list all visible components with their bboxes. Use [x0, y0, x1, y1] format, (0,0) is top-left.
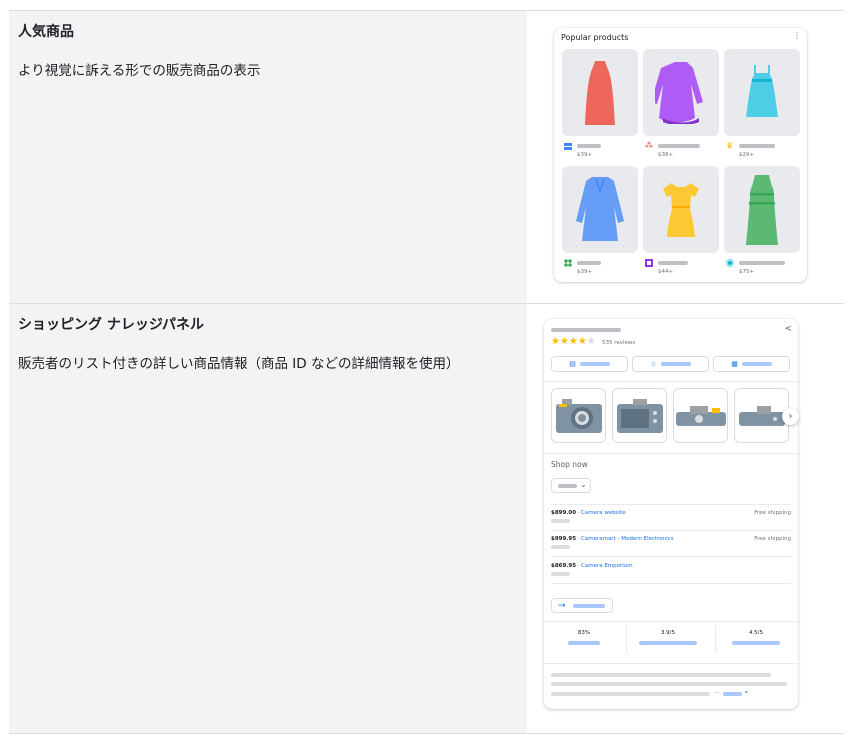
product-item[interactable]: $39+	[562, 166, 638, 275]
seller-name[interactable]: Cameramart - Modern Electronics	[581, 536, 674, 542]
product-price: $75+	[739, 269, 755, 275]
product-price: $39+	[577, 269, 593, 275]
seller-logo-icon	[564, 143, 572, 146]
share-icon[interactable]: <	[784, 324, 792, 334]
feature-cell: 人気商品 より視覚に訴える形での販売商品の表示	[9, 11, 527, 303]
product-thumbnail[interactable]	[551, 388, 606, 443]
review-count[interactable]: 535 reviews	[602, 340, 635, 346]
seller-listing[interactable]: $869.95 · Camera Emporium	[551, 563, 791, 583]
seller-listing[interactable]: $899.00 · Camera website Free shipping	[551, 510, 791, 530]
product-price: $39+	[577, 152, 593, 158]
product-image[interactable]	[643, 49, 719, 136]
product-item[interactable]: $44+	[643, 166, 719, 275]
product-title-placeholder	[551, 328, 621, 332]
popular-products-card: Popular products ⋮ $39+ ⁂ $38+ ♛ $29+ $3…	[554, 28, 807, 282]
purple-dress-icon	[655, 61, 703, 124]
seller-logo-icon: ⁂	[645, 141, 653, 150]
seller-price: $899.00	[551, 510, 577, 516]
feature-cell: ショッピング ナレッジパネル 販売者のリスト付きの詳しい商品情報（商品 ID な…	[9, 304, 527, 733]
seller-listing[interactable]: $999.95 · Cameramart - Modern Electronic…	[551, 536, 791, 556]
product-image[interactable]	[724, 49, 800, 136]
camera-icon	[555, 398, 602, 433]
shop-now-label: Shop now	[551, 460, 588, 469]
chip-button[interactable]: ☆	[632, 356, 709, 372]
chip-button[interactable]: ▤	[551, 356, 628, 372]
green-dress-icon	[746, 174, 778, 245]
show-more-link[interactable]	[723, 692, 742, 696]
product-item[interactable]: ♛ $29+	[724, 49, 800, 158]
seller-name[interactable]: Camera Emporium	[581, 563, 633, 569]
chip-button[interactable]: ▦	[713, 356, 790, 372]
shipping-info: Free shipping	[754, 510, 791, 516]
preview-cell: < ★★★★★ 535 reviews ▤ ☆ ▦ › Shop now ⌄ $…	[527, 304, 844, 733]
product-image[interactable]	[724, 166, 800, 253]
filter-dropdown[interactable]: ⌄	[551, 478, 591, 493]
stat-item: 83%	[544, 630, 624, 645]
clipboard-icon: ▤	[569, 359, 576, 368]
seller-name[interactable]: Camera website	[581, 510, 626, 516]
feature-description: より視覚に訴える形での販売商品の表示	[18, 63, 261, 79]
seller-price: $999.95	[551, 536, 577, 542]
feature-description: 販売者のリスト付きの詳しい商品情報（商品 ID などの詳細情報を使用）	[18, 356, 460, 372]
sparkle-star-icon: ☆	[650, 359, 657, 368]
blue-coat-icon	[576, 176, 624, 241]
seller-price: $869.95	[551, 563, 577, 569]
product-price: $29+	[739, 152, 755, 158]
product-item[interactable]: $75+	[724, 166, 800, 275]
table-divider	[9, 733, 844, 734]
row-popular-products: 人気商品 より視覚に訴える形での販売商品の表示 Popular products…	[9, 10, 844, 303]
ellipsis: ...	[714, 688, 720, 695]
product-price: $38+	[658, 152, 674, 158]
stat-item: 3.9/5	[628, 630, 708, 645]
row-shopping-knowledge-panel: ショッピング ナレッジパネル 販売者のリスト付きの詳しい商品情報（商品 ID な…	[9, 303, 844, 733]
product-thumbnail[interactable]	[612, 388, 667, 443]
product-item[interactable]: ⁂ $38+	[643, 49, 719, 158]
rating-stars: ★★★★★	[551, 336, 596, 347]
yellow-dress-icon	[663, 182, 699, 237]
seller-logo-icon	[726, 259, 734, 267]
product-price: $44+	[658, 269, 674, 275]
product-image[interactable]	[562, 49, 638, 136]
seller-logo-icon	[645, 259, 653, 267]
knowledge-panel-card: < ★★★★★ 535 reviews ▤ ☆ ▦ › Shop now ⌄ $…	[544, 319, 799, 709]
more-vert-icon[interactable]: ⋮	[793, 32, 801, 40]
chevron-down-icon[interactable]: ⌄	[743, 687, 750, 695]
chevron-down-icon: ⌄	[580, 480, 587, 489]
feature-title: 人気商品	[18, 24, 74, 40]
store-icon: ▦	[731, 359, 738, 368]
red-dress-icon	[585, 60, 615, 125]
product-thumbnail[interactable]	[734, 388, 789, 443]
feature-title: ショッピング ナレッジパネル	[18, 317, 205, 333]
camera-top-icon	[675, 405, 726, 426]
arrow-right-icon: →	[558, 601, 566, 611]
camera-side-icon	[738, 405, 785, 426]
product-thumbnail[interactable]	[673, 388, 728, 443]
camera-back-icon	[616, 398, 663, 433]
more-sellers-button[interactable]: →	[551, 598, 613, 613]
preview-cell: Popular products ⋮ $39+ ⁂ $38+ ♛ $29+ $3…	[527, 11, 844, 303]
seller-logo-icon	[564, 259, 572, 267]
product-image[interactable]	[562, 166, 638, 253]
cyan-dress-icon	[746, 64, 778, 117]
next-icon[interactable]: ›	[782, 408, 799, 425]
shipping-info: Free shipping	[754, 536, 791, 542]
card-title: Popular products	[561, 33, 629, 42]
seller-logo-icon: ♛	[726, 141, 734, 150]
product-image[interactable]	[643, 166, 719, 253]
product-item[interactable]: $39+	[562, 49, 638, 158]
stat-item: 4.5/5	[716, 630, 796, 645]
